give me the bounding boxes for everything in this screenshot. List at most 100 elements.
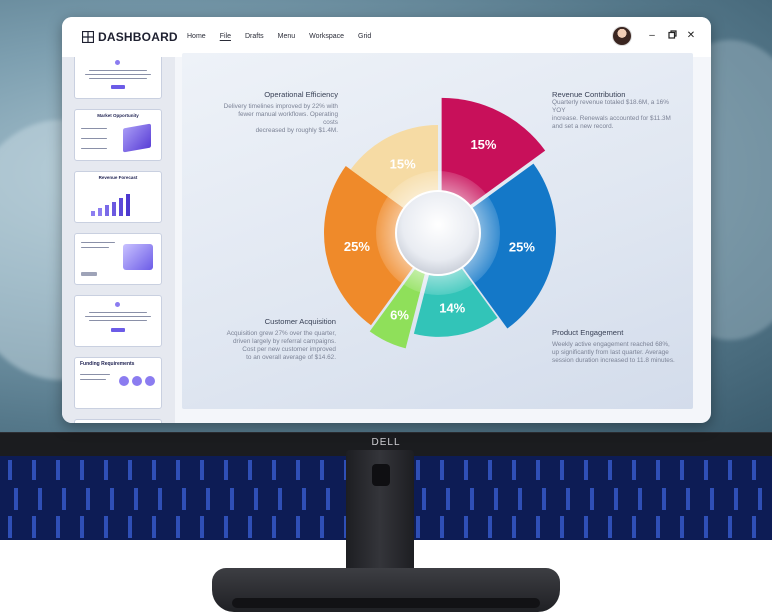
text-line bbox=[80, 379, 106, 381]
close-icon[interactable]: ✕ bbox=[685, 30, 697, 41]
circle bbox=[132, 376, 142, 386]
pattern-stripe bbox=[248, 516, 252, 538]
pattern-stripe bbox=[152, 460, 156, 480]
pattern-stripe bbox=[104, 460, 108, 480]
minimize-icon[interactable]: – bbox=[646, 30, 658, 41]
center-hub bbox=[395, 190, 481, 276]
pattern-stripe bbox=[200, 516, 204, 538]
nav-file[interactable]: File bbox=[213, 33, 238, 42]
pattern-stripe bbox=[686, 488, 690, 510]
circle bbox=[119, 376, 129, 386]
pattern-stripe bbox=[296, 516, 300, 538]
pattern-stripe bbox=[62, 488, 66, 510]
pattern-stripe bbox=[56, 460, 60, 480]
dashboard-grid-icon bbox=[82, 31, 94, 43]
text-line bbox=[81, 138, 107, 140]
pattern-stripe bbox=[752, 460, 756, 480]
pattern-stripe bbox=[8, 516, 12, 538]
slice-label: 15% bbox=[390, 157, 416, 172]
pattern-stripe bbox=[752, 516, 756, 538]
pattern-stripe bbox=[56, 516, 60, 538]
pattern-stripe bbox=[608, 460, 612, 480]
pattern-stripe bbox=[224, 460, 228, 480]
pie-chart: 15% 25% 14% 6% 25% 15% bbox=[298, 73, 578, 393]
pattern-stripe bbox=[512, 460, 516, 480]
pattern-stripe bbox=[200, 460, 204, 480]
pattern-stripe bbox=[512, 516, 516, 538]
pattern-stripe bbox=[656, 460, 660, 480]
pattern-stripe bbox=[182, 488, 186, 510]
slice-label: 6% bbox=[390, 308, 409, 323]
pattern-stripe bbox=[326, 488, 330, 510]
nav-grid[interactable]: Grid bbox=[351, 33, 378, 42]
text-line bbox=[85, 74, 151, 76]
pattern-stripe bbox=[176, 516, 180, 538]
user-avatar[interactable] bbox=[612, 26, 632, 46]
pattern-stripe bbox=[518, 488, 522, 510]
pattern-stripe bbox=[728, 516, 732, 538]
bar bbox=[91, 211, 95, 216]
slide-thumbnail[interactable] bbox=[74, 233, 162, 285]
stand-base-edge bbox=[232, 598, 540, 608]
slice-label: 25% bbox=[344, 239, 370, 254]
pattern-stripe bbox=[14, 488, 18, 510]
nav-home[interactable]: Home bbox=[180, 33, 213, 42]
pattern-stripe bbox=[320, 460, 324, 480]
slice-label: 14% bbox=[439, 301, 465, 316]
nav-menu[interactable]: Menu bbox=[271, 33, 303, 42]
pattern-stripe bbox=[680, 516, 684, 538]
text-line bbox=[80, 374, 110, 376]
slide-thumbnail[interactable]: Funding Requirements bbox=[74, 357, 162, 409]
pattern-stripe bbox=[464, 460, 468, 480]
pie-chart-svg: 15% 25% 14% 6% 25% 15% bbox=[324, 97, 556, 349]
pattern-stripe bbox=[656, 516, 660, 538]
pattern-stripe bbox=[608, 516, 612, 538]
pattern-stripe bbox=[560, 460, 564, 480]
pattern-stripe bbox=[38, 488, 42, 510]
nav-workspace[interactable]: Workspace bbox=[302, 33, 351, 42]
slide-thumbnail[interactable]: Revenue Forecast bbox=[74, 171, 162, 223]
text-line bbox=[85, 316, 151, 318]
slide-thumbnail[interactable] bbox=[74, 295, 162, 347]
pattern-stripe bbox=[248, 460, 252, 480]
pattern-stripe bbox=[470, 488, 474, 510]
pattern-stripe bbox=[128, 516, 132, 538]
pattern-stripe bbox=[230, 488, 234, 510]
pattern-stripe bbox=[254, 488, 258, 510]
pattern-stripe bbox=[110, 488, 114, 510]
slide-icon bbox=[115, 60, 120, 65]
pattern-stripe bbox=[728, 460, 732, 480]
nav-drafts[interactable]: Drafts bbox=[238, 33, 271, 42]
pattern-stripe bbox=[80, 460, 84, 480]
slide-button bbox=[111, 85, 125, 89]
slide-thumbnail[interactable] bbox=[74, 57, 162, 99]
pattern-stripe bbox=[272, 460, 276, 480]
pattern-stripe bbox=[416, 516, 420, 538]
slide-thumbnail[interactable]: Market Opportunity bbox=[74, 109, 162, 161]
text-line bbox=[89, 78, 147, 80]
restore-icon[interactable] bbox=[666, 30, 678, 42]
pattern-stripe bbox=[560, 516, 564, 538]
pattern-stripe bbox=[584, 460, 588, 480]
slide-thumbnail[interactable] bbox=[74, 419, 162, 423]
bar bbox=[126, 194, 130, 216]
pattern-stripe bbox=[440, 460, 444, 480]
slide-thumbnail-sidebar: Market Opportunity Revenue Forecast Fund… bbox=[62, 57, 175, 423]
app-logo[interactable]: DASHBOARD bbox=[82, 30, 178, 44]
pattern-stripe bbox=[488, 460, 492, 480]
pattern-stripe bbox=[134, 488, 138, 510]
slice-label: 25% bbox=[509, 239, 535, 254]
pattern-stripe bbox=[272, 516, 276, 538]
slide-title: Market Opportunity bbox=[97, 113, 139, 118]
bar bbox=[112, 202, 116, 216]
pattern-stripe bbox=[302, 488, 306, 510]
brand-logo: DELL bbox=[371, 437, 401, 448]
pattern-stripe bbox=[614, 488, 618, 510]
pattern-stripe bbox=[632, 516, 636, 538]
text-line bbox=[89, 312, 147, 314]
slide-canvas[interactable]: Operational Efficiency Delivery timeline… bbox=[182, 53, 693, 409]
pattern-stripe bbox=[536, 516, 540, 538]
app-title: DASHBOARD bbox=[98, 30, 178, 44]
pattern-stripe bbox=[206, 488, 210, 510]
pattern-stripe bbox=[680, 460, 684, 480]
